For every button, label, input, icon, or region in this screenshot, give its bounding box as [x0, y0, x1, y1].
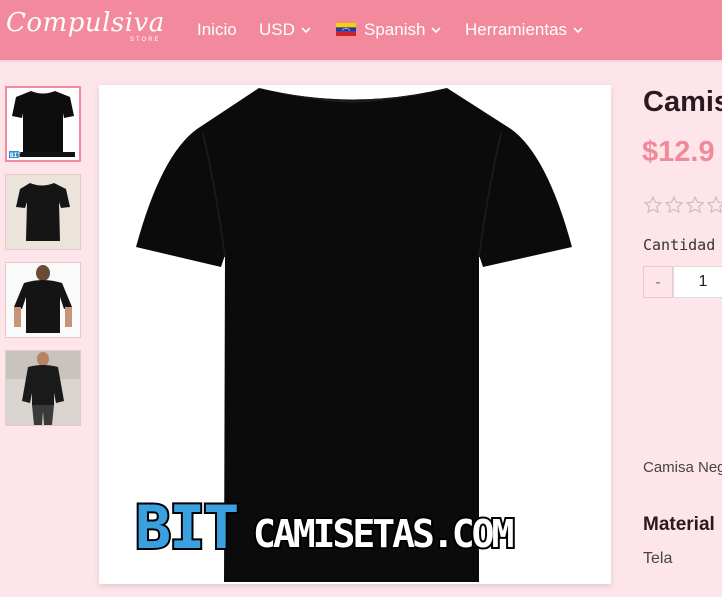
- chevron-down-icon: [573, 27, 583, 34]
- watermark-domain-text: CAMISETAS.COM: [253, 512, 514, 556]
- black-tshirt-image: BIT CAMISETAS.COM: [99, 85, 611, 584]
- top-navbar: Compulsiva STORE Inicio USD Spanish Herr…: [0, 0, 722, 60]
- thumbnail-model-back[interactable]: [5, 262, 81, 338]
- thumbnail-tshirt-side[interactable]: [5, 174, 81, 250]
- thumbnail-model-shirt[interactable]: [5, 350, 81, 426]
- logo-subtitle: STORE: [130, 37, 161, 43]
- product-title: Camis: [643, 86, 722, 118]
- chevron-down-icon: [301, 27, 311, 34]
- product-description: Camisa Neg: [643, 459, 722, 476]
- material-heading: Material: [643, 514, 715, 535]
- product-price: $12.9: [642, 136, 715, 168]
- watermark-bit-text: BIT: [135, 493, 237, 563]
- material-value: Tela: [643, 550, 673, 567]
- tools-label: Herramientas: [465, 20, 568, 39]
- star-empty-icon: [664, 195, 684, 214]
- nav-inicio-label: Inicio: [197, 20, 237, 39]
- nav-inicio[interactable]: Inicio: [197, 19, 237, 41]
- logo-text: Compulsiva: [6, 8, 165, 38]
- quantity-label: Cantidad: [643, 236, 716, 254]
- rating-stars[interactable]: [643, 195, 722, 220]
- language-dropdown[interactable]: Spanish: [336, 19, 442, 41]
- currency-dropdown[interactable]: USD: [259, 19, 311, 41]
- store-logo[interactable]: Compulsiva STORE: [6, 6, 165, 48]
- model-shirt-image: [6, 351, 80, 425]
- star-empty-icon: [685, 195, 705, 214]
- tools-dropdown[interactable]: Herramientas: [465, 19, 583, 41]
- quantity-input[interactable]: [673, 266, 722, 298]
- star-empty-icon: [643, 195, 663, 214]
- currency-label: USD: [259, 20, 295, 39]
- star-empty-icon: [706, 195, 722, 214]
- tshirt-side-image: [6, 175, 80, 249]
- quantity-decrease-button[interactable]: -: [643, 266, 673, 298]
- model-back-image: [6, 263, 80, 337]
- svg-text:BIT: BIT: [10, 152, 21, 159]
- thumbnail-tshirt-front[interactable]: BIT: [5, 86, 81, 162]
- venezuela-flag-icon: [336, 23, 356, 37]
- tshirt-front-image: BIT: [7, 88, 79, 160]
- product-main-image[interactable]: BIT CAMISETAS.COM: [99, 85, 611, 584]
- chevron-down-icon: [431, 27, 442, 34]
- language-label: Spanish: [364, 20, 426, 39]
